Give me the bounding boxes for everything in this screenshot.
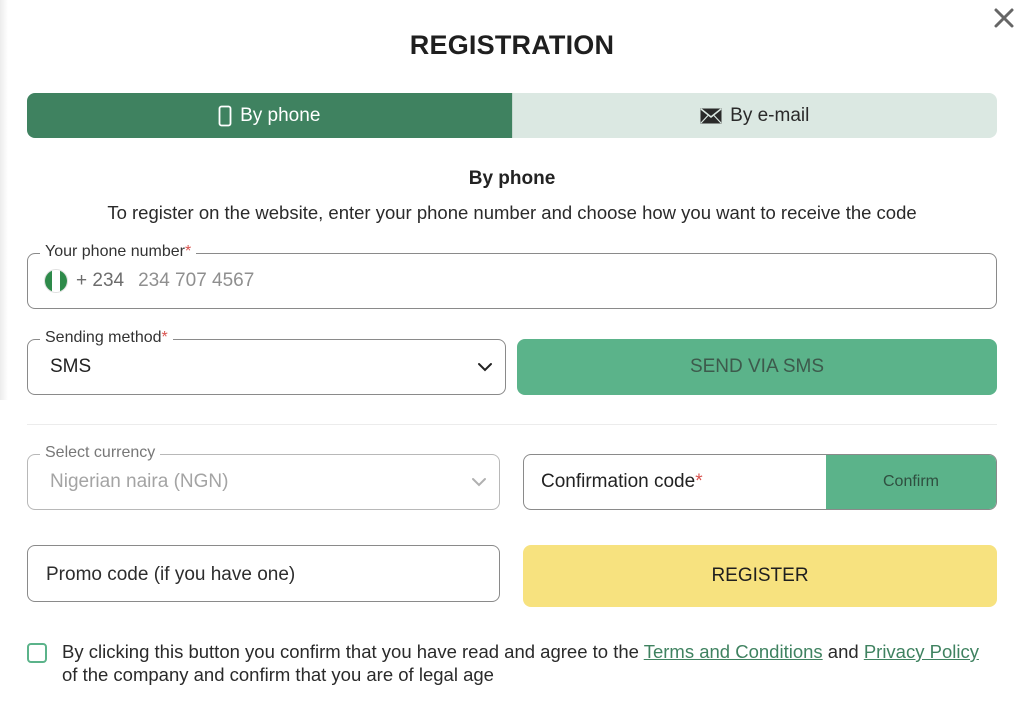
currency-value: Nigerian naira (NGN) <box>50 471 229 492</box>
currency-select[interactable]: Select currency Nigerian naira (NGN) <box>27 443 500 510</box>
phone-number-field[interactable]: Your phone number* + 234 <box>27 242 997 309</box>
sending-method-select[interactable]: Sending method* SMS <box>27 328 506 395</box>
section-heading: By phone <box>468 168 556 189</box>
section-description: To register on the website, enter your p… <box>107 202 917 223</box>
close-button[interactable] <box>990 4 1018 32</box>
privacy-policy-link[interactable]: Privacy Policy <box>864 641 979 662</box>
country-code: + 234 <box>76 270 125 291</box>
register-button[interactable]: REGISTER <box>523 545 997 607</box>
consent-text: By clicking this button you confirm that… <box>62 641 979 685</box>
chevron-down-icon <box>472 478 486 487</box>
send-via-sms-button[interactable]: SEND VIA SMS <box>517 339 997 395</box>
nigeria-flag-icon[interactable] <box>44 269 68 293</box>
phone-input[interactable] <box>136 269 741 293</box>
divider <box>27 424 997 425</box>
envelope-icon <box>700 107 722 123</box>
tab-by-phone-label: By phone <box>240 104 321 126</box>
confirmation-code-field[interactable]: Confirmation code * Confirm <box>523 454 997 510</box>
consent-checkbox[interactable] <box>27 643 47 663</box>
confirmation-code-label: Confirmation code * <box>541 471 703 492</box>
promo-code-field[interactable] <box>27 545 500 603</box>
terms-link[interactable]: Terms and Conditions <box>644 641 823 662</box>
tab-by-email-label: By e-mail <box>730 104 810 126</box>
close-icon <box>994 8 1014 28</box>
tab-by-email[interactable]: By e-mail <box>511 93 997 138</box>
confirm-button[interactable]: Confirm <box>826 455 996 509</box>
registration-tabs: By phone By e-mail <box>27 93 997 138</box>
tab-by-phone[interactable]: By phone <box>27 93 512 138</box>
phone-icon <box>218 105 232 126</box>
sending-method-value: SMS <box>50 356 92 377</box>
promo-code-input[interactable] <box>44 546 488 603</box>
dialog-title: REGISTRATION <box>409 30 615 60</box>
chevron-down-icon <box>478 363 492 372</box>
